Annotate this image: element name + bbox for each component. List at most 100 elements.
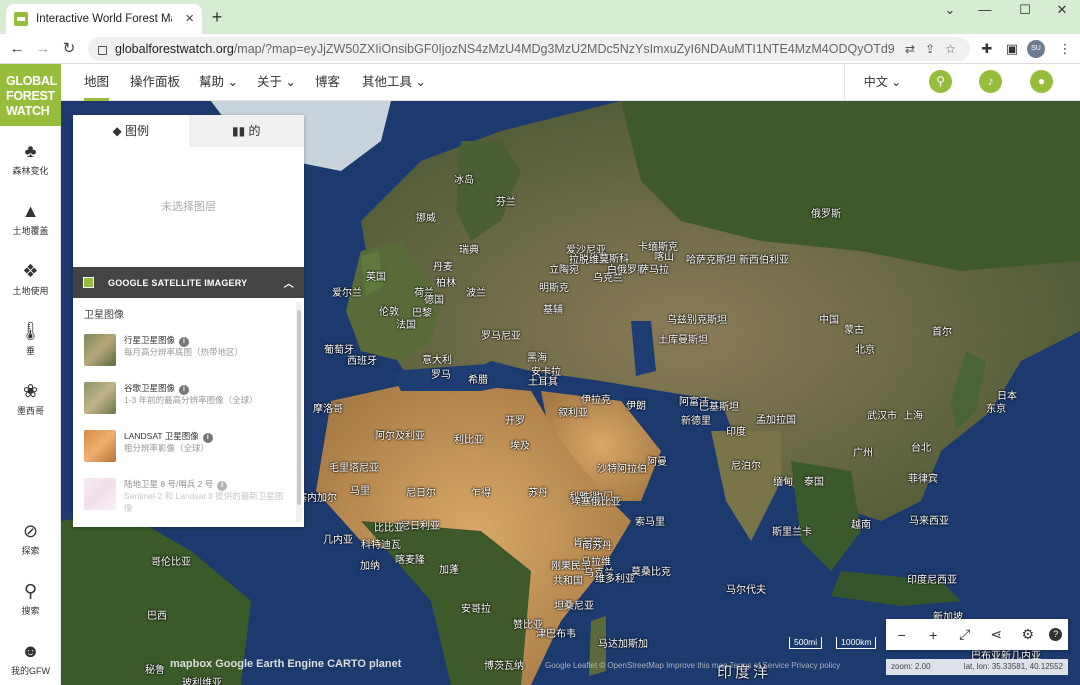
side-panel-icon[interactable]: ▣ — [1002, 39, 1022, 59]
scale-miles: 500mi — [789, 637, 823, 649]
map-place-label: 乌兹别克斯坦 — [667, 315, 727, 326]
map-place-label: 马拉维 — [581, 557, 611, 568]
map-place-label: 苏丹 — [528, 488, 548, 499]
map-place-label: 武汉市 — [867, 411, 897, 422]
maximize-button[interactable]: ☐ — [1005, 0, 1045, 22]
map-place-label: 加纳 — [360, 561, 380, 572]
help-icon[interactable]: ? — [1049, 628, 1063, 641]
map-place-label: 印度 — [726, 427, 746, 438]
map-place-label: 俄罗斯 — [811, 209, 841, 220]
sidebar-item-forest-change[interactable]: ♣ 森林变化 — [0, 140, 61, 177]
map-place-label: 安卡拉 — [531, 367, 561, 378]
new-tab-button[interactable]: + — [206, 6, 228, 28]
sidebar-item-land-use[interactable]: ❖ 土地使用 — [0, 260, 61, 297]
option-description: 每月高分辨率底图（热带地区） — [124, 347, 244, 357]
basemap-header[interactable]: GOOGLE SATELLITE IMAGERY ︿ — [73, 267, 304, 298]
sidebar-label: 土地覆盖 — [12, 226, 49, 236]
minimize-button[interactable]: — — [965, 0, 1005, 22]
gfw-favicon-icon — [14, 12, 28, 26]
language-selector[interactable]: 中文 ⌄ — [844, 64, 920, 101]
map-place-label: 基辅 — [543, 305, 563, 316]
user-icon: ☻ — [21, 641, 40, 661]
zoom-in-button[interactable]: + — [923, 627, 943, 643]
thermometer-icon: 🌡 — [19, 321, 42, 341]
legend-scrollbar[interactable] — [296, 302, 302, 522]
translate-icon[interactable]: ⇄ — [905, 42, 915, 56]
map-place-label: 莫桑比克 — [631, 567, 671, 578]
nav-dashboard[interactable]: 操作面板 — [130, 64, 180, 101]
coordinates-readout: zoom: 2.00 lat, lon: 35.33581, 40.12552 — [886, 659, 1068, 675]
sidebar-item-climate[interactable]: 🌡 垂 — [0, 320, 61, 357]
close-window-button[interactable]: ✕ — [1042, 0, 1080, 22]
map-place-label: 摩洛哥 — [313, 404, 343, 415]
fullscreen-icon[interactable]: ⤢ — [955, 626, 975, 643]
map-place-label: 北京 — [855, 345, 875, 356]
map-place-label: 新西伯利亚 — [739, 255, 789, 266]
gfw-header: 地图 操作面板 幫助 ⌄ 关于 ⌄ 博客 其他工具 ⌄ 中文 ⌄ ⚲ ♪ ● — [0, 64, 1080, 101]
basemap-option-landsat[interactable]: LANDSAT 卫星图像 i 粗分辨率影像（全球） — [84, 430, 284, 466]
forward-button[interactable]: → — [32, 38, 54, 60]
gfw-logo[interactable]: GLOBAL FOREST WATCH — [0, 64, 61, 126]
map-place-label: 瑞典 — [459, 245, 479, 256]
google-thumbnail — [84, 382, 116, 414]
close-tab-icon[interactable]: × — [185, 11, 194, 26]
nav-map[interactable]: 地图 — [84, 64, 110, 101]
browser-tab[interactable]: Interactive World Forest Map × — [6, 4, 202, 34]
scrollbar-thumb[interactable] — [297, 310, 301, 505]
extensions-puzzle-icon[interactable]: ✚ — [977, 39, 997, 59]
notification-bell-icon[interactable]: ♪ — [979, 70, 1002, 93]
browser-toolbar: ← → ↻ globalforestwatch.org/map/?map=eyJ… — [0, 34, 1080, 64]
nav-other-tools[interactable]: 其他工具 ⌄ — [362, 64, 426, 101]
legend-panel: ◆ 图例 ▮▮ 的 未选择图层 GOOGLE SATELLITE IMAGERY… — [73, 115, 304, 527]
sidebar-item-my-gfw[interactable]: ☻ 我的GFW — [0, 640, 61, 677]
zoom-out-button[interactable]: − — [892, 627, 912, 643]
map-place-label: 维多利亚 — [595, 574, 635, 585]
map-place-label: 萨马拉 — [639, 265, 669, 276]
map-place-label: 葡萄牙 — [324, 345, 354, 356]
share-icon[interactable]: ⋖ — [986, 626, 1006, 643]
address-bar[interactable]: globalforestwatch.org/map/?map=eyJjZW50Z… — [88, 37, 970, 61]
map-place-label: 卡缅斯克 — [638, 242, 678, 253]
map-attribution-text[interactable]: Google Leaflet © OpenStreetMap Improve t… — [545, 661, 840, 670]
basemap-option-sentinel[interactable]: 陆地卫星 8 号/哨兵 2 号i Sentinel-2 和 Landsat 8 … — [84, 478, 284, 514]
back-button[interactable]: ← — [6, 38, 28, 60]
profile-avatar[interactable]: SU — [1027, 40, 1045, 58]
scale-bar: 500mi 1000km — [789, 637, 877, 649]
sidebar-item-search[interactable]: ⚲ 搜索 — [0, 580, 61, 617]
sidebar-item-explore[interactable]: ⊘ 探索 — [0, 520, 61, 557]
chevron-down-icon[interactable]: ⌄ — [930, 0, 970, 22]
nav-blog[interactable]: 博客 — [315, 64, 340, 101]
land-cover-icon: ▲ — [21, 201, 40, 221]
map-place-label: 缅甸 — [773, 477, 793, 488]
user-account-icon[interactable]: ● — [1030, 70, 1053, 93]
sidebar-label: 垂 — [25, 346, 35, 356]
map-place-label: 丹麦 — [433, 262, 453, 273]
lat-lon: lat, lon: 35.33581, 40.12552 — [963, 662, 1063, 671]
search-icon[interactable]: ⚲ — [929, 70, 952, 93]
map-place-label: 玻利维亚 — [182, 678, 222, 685]
map-controls: − + ⤢ ⋖ ⚙ ? — [886, 619, 1068, 650]
chevron-up-icon[interactable]: ︿ — [284, 275, 294, 290]
map-attribution-logos: mapbox Google Earth Engine CARTO planet — [170, 658, 402, 670]
basemap-title: GOOGLE SATELLITE IMAGERY — [108, 277, 248, 288]
map-place-label: 印度尼西亚 — [907, 575, 957, 586]
basemap-option-planet[interactable]: 行星卫星图像 i 每月高分辨率底图（热带地区） — [84, 334, 284, 370]
more-menu-icon[interactable]: ⋮ — [1055, 39, 1075, 59]
map-place-label: 秘鲁 — [145, 665, 165, 676]
option-description: Sentinel-2 和 Landsat 8 提供的最新卫星图像 — [124, 491, 284, 513]
nav-help[interactable]: 幫助 ⌄ — [199, 64, 238, 101]
basemap-option-google[interactable]: 谷歌卫星图像 i 1-3 年前的最高分辨率图像（全球） — [84, 382, 284, 418]
map-place-label: 埃塞俄比亚 — [571, 497, 621, 508]
sidebar-item-land-cover[interactable]: ▲ 土地覆盖 — [0, 200, 61, 237]
sidebar-item-biodiversity[interactable]: ❀ 墨西哥 — [0, 380, 61, 417]
tab-analysis[interactable]: ▮▮ 的 — [188, 115, 304, 147]
map-place-label: 津巴布韦 — [536, 629, 576, 640]
reload-button[interactable]: ↻ — [58, 38, 80, 60]
bookmark-star-icon[interactable]: ☆ — [945, 42, 956, 56]
planet-thumbnail — [84, 334, 116, 366]
tab-legend[interactable]: ◆ 图例 — [73, 115, 189, 147]
share-icon[interactable]: ⇪ — [925, 42, 935, 56]
nav-about[interactable]: 关于 ⌄ — [257, 64, 296, 101]
settings-gear-icon[interactable]: ⚙ — [1018, 626, 1038, 643]
map-place-label: 南苏丹 — [582, 541, 612, 552]
